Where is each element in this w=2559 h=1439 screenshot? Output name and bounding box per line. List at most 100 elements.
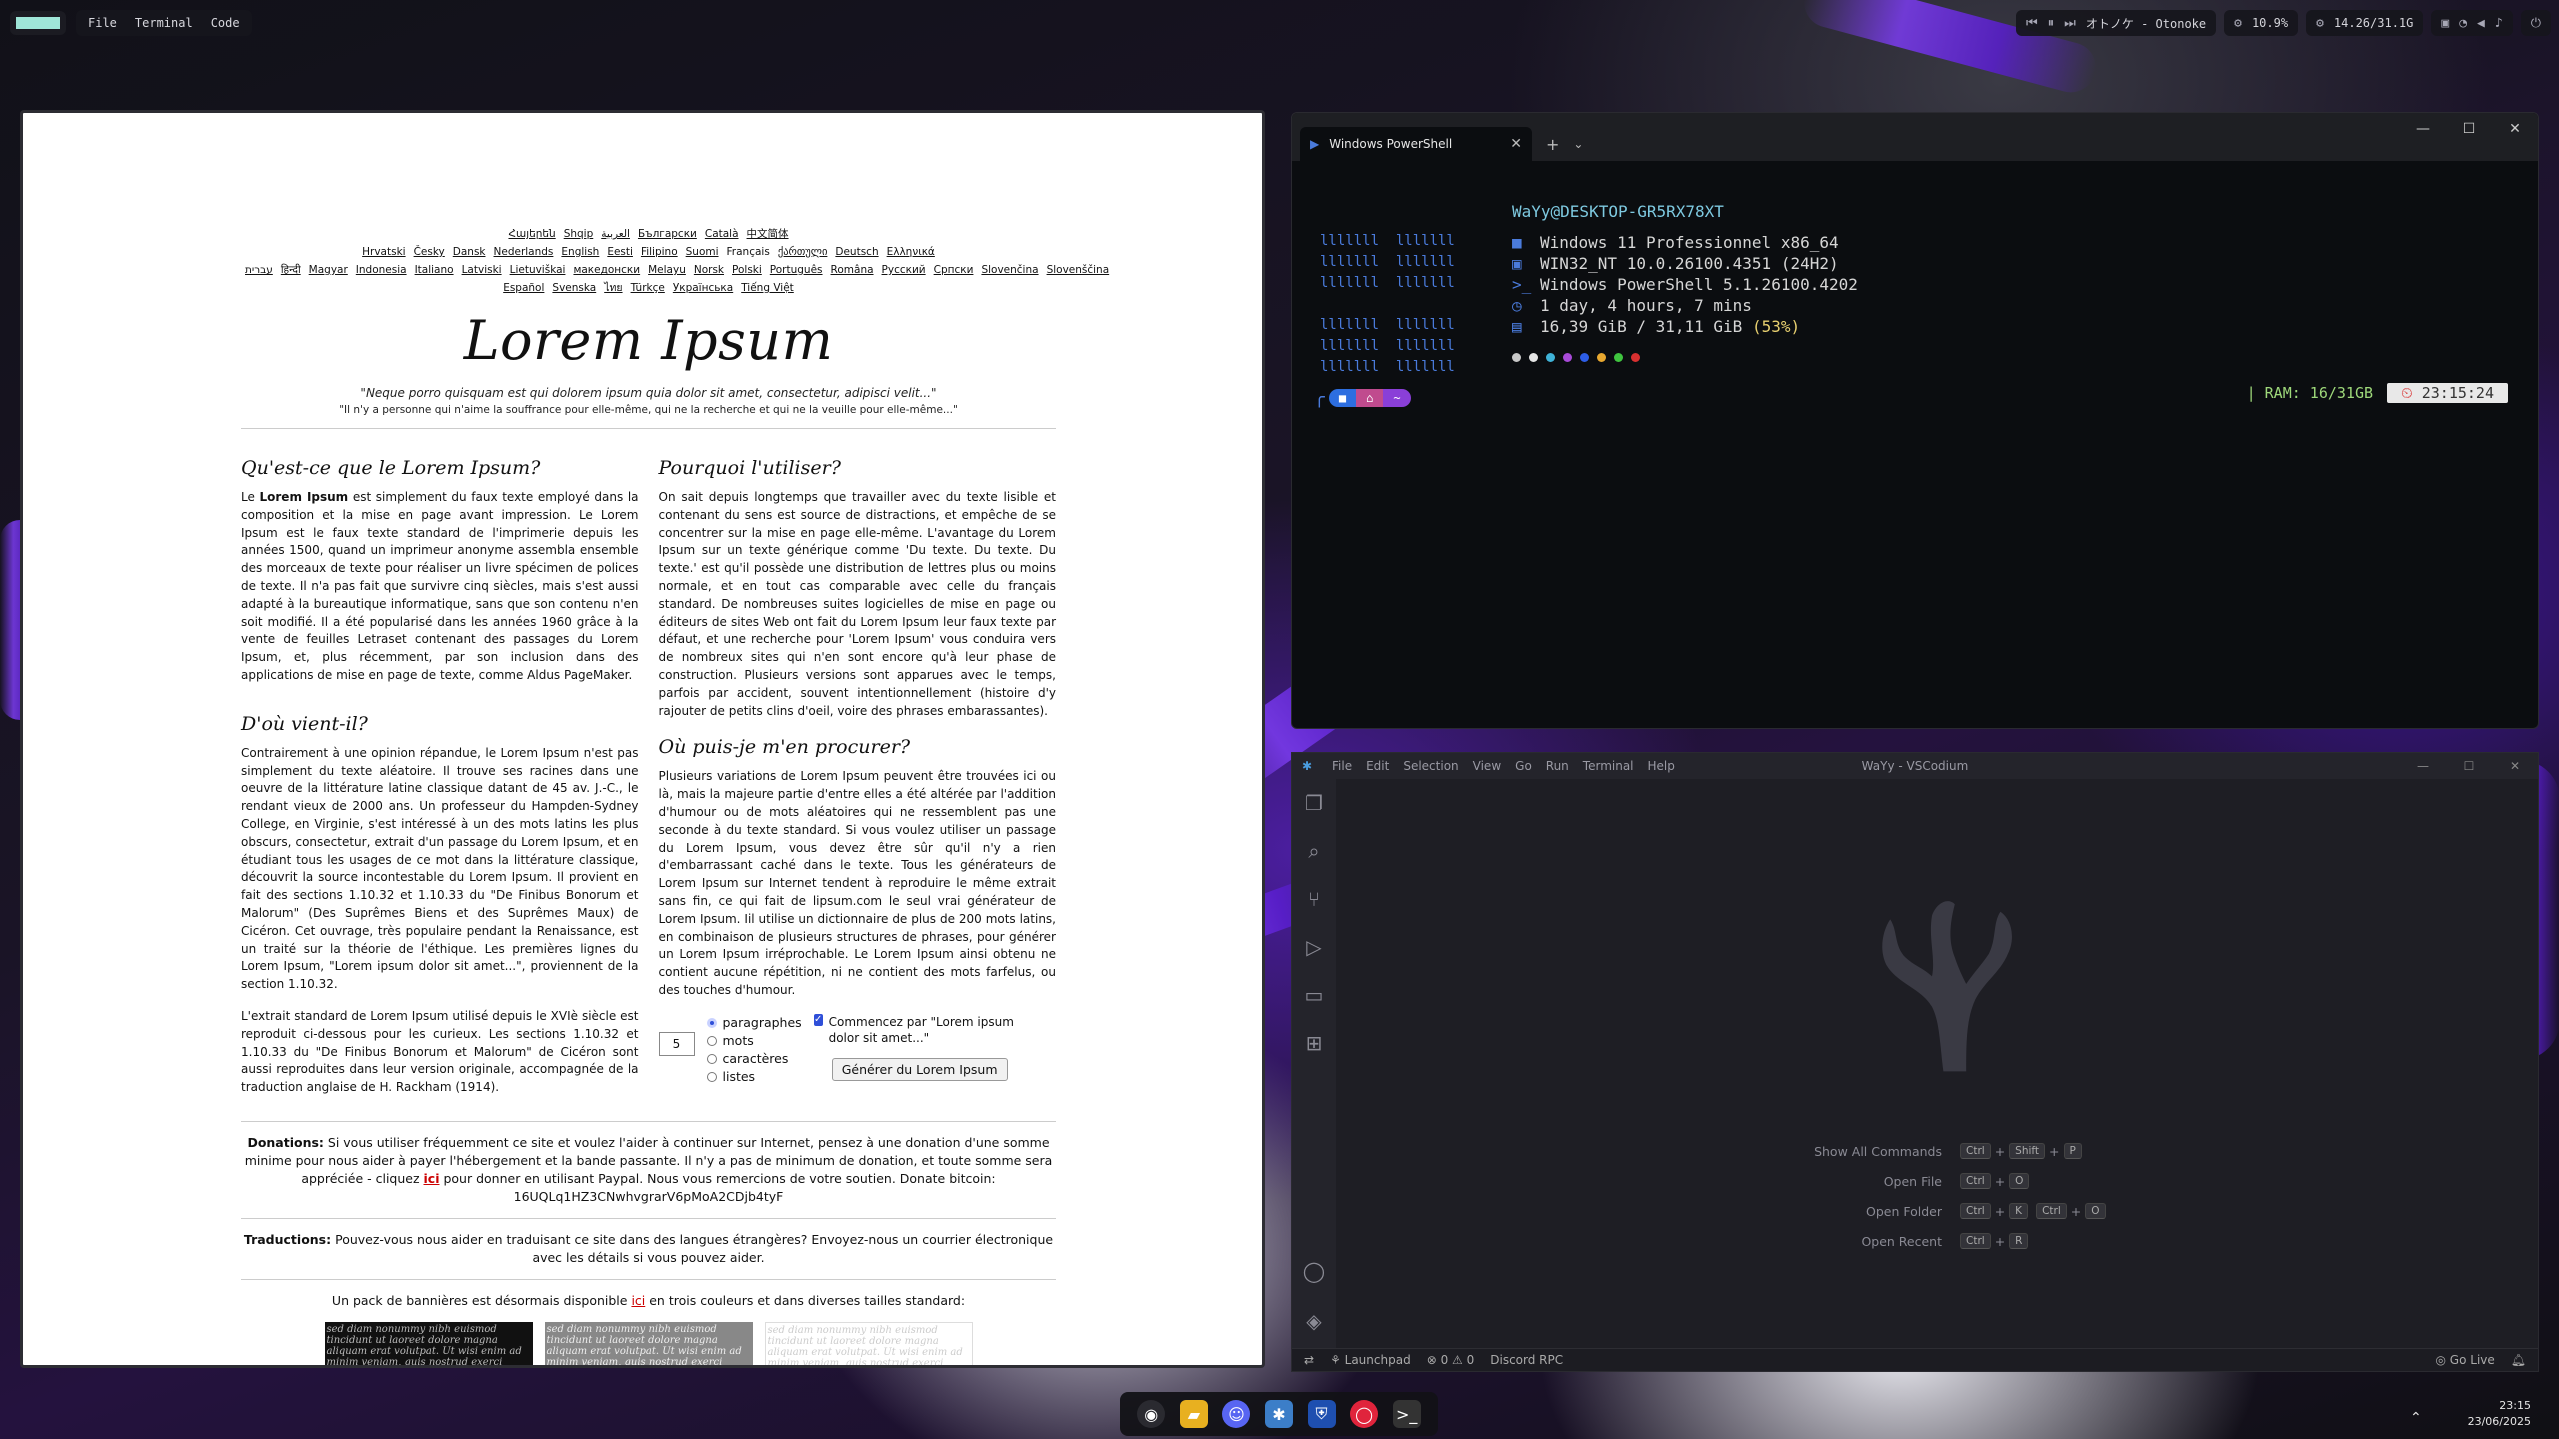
menu-file[interactable]: File: [1332, 759, 1352, 773]
clipboard-icon[interactable]: ▣: [2441, 16, 2449, 31]
vscodium-icon[interactable]: ✱: [1264, 1400, 1293, 1428]
taskbar-clock[interactable]: 23:15 23/06/2025: [2468, 1398, 2531, 1430]
language-link[interactable]: Româna: [831, 264, 874, 276]
launcher-button[interactable]: [10, 11, 66, 35]
pause-icon[interactable]: ⏸: [2048, 16, 2055, 31]
shortcut-row[interactable]: Open File Ctrl + O: [1806, 1173, 2110, 1189]
terminal-tab[interactable]: ▶ Windows PowerShell ✕: [1300, 127, 1532, 161]
opera-icon[interactable]: ◯: [1350, 1400, 1379, 1428]
banner-black[interactable]: sed diam nonummy nibh euismod tincidunt …: [324, 1321, 533, 1365]
language-link[interactable]: ქართული: [778, 246, 828, 258]
radio-listes[interactable]: listes: [706, 1068, 802, 1086]
extensions-icon[interactable]: ⊞: [1292, 1019, 1336, 1067]
tray-overflow-icon[interactable]: ⌃: [2410, 1410, 2422, 1426]
language-link[interactable]: Norsk: [694, 264, 724, 276]
maximize-icon[interactable]: ☐: [2446, 753, 2492, 779]
next-icon[interactable]: ⏭: [2064, 16, 2076, 31]
terminal-output[interactable]: lllllll lllllll lllllll lllllll lllllll …: [1292, 161, 2538, 728]
language-link[interactable]: Svenska: [552, 282, 596, 294]
language-link[interactable]: Français: [727, 246, 770, 258]
language-link[interactable]: 中文简体: [747, 228, 789, 240]
banners-link[interactable]: ici: [631, 1293, 645, 1308]
bitwarden-icon[interactable]: ⛨: [1307, 1400, 1336, 1428]
radio-paragraphes[interactable]: paragraphes: [706, 1014, 802, 1032]
problems-item[interactable]: ⊗ 0 ⚠ 0: [1427, 1353, 1475, 1367]
close-tab-icon[interactable]: ✕: [1510, 136, 1522, 152]
language-link[interactable]: Shqip: [564, 228, 594, 240]
language-link[interactable]: Türkçe: [631, 282, 665, 294]
language-link[interactable]: Nederlands: [494, 246, 554, 258]
language-link[interactable]: Български: [638, 228, 697, 240]
generate-button[interactable]: Générer du Lorem Ipsum: [831, 1057, 1008, 1081]
radio-caracteres[interactable]: caractères: [706, 1050, 802, 1068]
discord-rpc-item[interactable]: Discord RPC: [1490, 1353, 1563, 1367]
menu-run[interactable]: Run: [1546, 759, 1569, 773]
go-live-item[interactable]: ◎ Go Live: [2436, 1353, 2495, 1367]
remote-icon[interactable]: ⇄: [1304, 1353, 1314, 1367]
language-link[interactable]: Latviski: [462, 264, 502, 276]
shortcut-row[interactable]: Show All Commands Ctrl + Shift + P: [1806, 1143, 2110, 1159]
notifications-icon[interactable]: 🔔︎: [2511, 1353, 2526, 1367]
language-link[interactable]: Català: [705, 228, 739, 240]
launchpad-item[interactable]: ⚘ Launchpad: [1330, 1353, 1411, 1367]
bell-icon[interactable]: ♪: [2495, 16, 2503, 31]
minimize-icon[interactable]: —: [2400, 753, 2446, 779]
language-link[interactable]: Português: [770, 264, 823, 276]
menu-selection[interactable]: Selection: [1403, 759, 1458, 773]
menu-terminal[interactable]: Terminal: [135, 16, 193, 30]
menu-code[interactable]: Code: [211, 16, 240, 30]
wifi-icon[interactable]: ◔: [2459, 16, 2467, 31]
language-link[interactable]: English: [561, 246, 599, 258]
language-link[interactable]: Српски: [934, 264, 974, 276]
language-link[interactable]: Deutsch: [835, 246, 878, 258]
run-debug-icon[interactable]: ▷: [1292, 923, 1336, 971]
menu-go[interactable]: Go: [1515, 759, 1532, 773]
language-link[interactable]: Melayu: [648, 264, 686, 276]
language-link[interactable]: Hrvatski: [362, 246, 405, 258]
menu-file[interactable]: File: [88, 16, 117, 30]
close-icon[interactable]: ✕: [2492, 753, 2538, 779]
power-icon[interactable]: ⏻: [2531, 16, 2541, 31]
maximize-icon[interactable]: ☐: [2446, 113, 2492, 145]
remote-explorer-icon[interactable]: ▭: [1292, 971, 1336, 1019]
new-tab-icon[interactable]: +: [1546, 135, 1559, 154]
menu-terminal[interactable]: Terminal: [1583, 759, 1634, 773]
language-link[interactable]: македонски: [573, 264, 640, 276]
terminal-icon[interactable]: >_: [1392, 1400, 1421, 1428]
file-explorer-icon[interactable]: ▰: [1179, 1400, 1208, 1428]
banner-grey[interactable]: sed diam nonummy nibh euismod tincidunt …: [544, 1321, 753, 1365]
language-link[interactable]: Հայերեն: [508, 228, 555, 240]
language-link[interactable]: ไทย: [604, 282, 622, 294]
start-checkbox[interactable]: ✓ Commencez par "Lorem ipsum dolor sit a…: [813, 1013, 1044, 1046]
discord-icon[interactable]: ☺: [1222, 1400, 1251, 1428]
language-link[interactable]: Česky: [414, 246, 445, 258]
search-icon[interactable]: ⌕: [1292, 827, 1336, 875]
menu-view[interactable]: View: [1473, 759, 1501, 773]
language-link[interactable]: Polski: [732, 264, 762, 276]
language-link[interactable]: Italiano: [415, 264, 454, 276]
language-link[interactable]: Filipino: [641, 246, 678, 258]
language-link[interactable]: Indonesia: [356, 264, 407, 276]
language-link[interactable]: עברית: [245, 264, 273, 276]
banner-white[interactable]: sed diam nonummy nibh euismod tincidunt …: [764, 1321, 973, 1365]
language-link[interactable]: Slovenščina: [1047, 264, 1110, 276]
shortcut-row[interactable]: Open Recent Ctrl + R: [1806, 1233, 2110, 1249]
language-link[interactable]: Eesti: [607, 246, 633, 258]
close-icon[interactable]: ✕: [2492, 113, 2538, 145]
language-link[interactable]: Dansk: [453, 246, 486, 258]
radio-mots[interactable]: mots: [706, 1032, 802, 1050]
language-link[interactable]: Slovenčina: [981, 264, 1038, 276]
language-link[interactable]: العربية: [601, 228, 630, 240]
language-link[interactable]: Ελληνικά: [887, 246, 935, 258]
language-link[interactable]: Pyccкий: [882, 264, 926, 276]
language-link[interactable]: Magyar: [309, 264, 348, 276]
language-link[interactable]: Lietuviškai: [510, 264, 566, 276]
menu-edit[interactable]: Edit: [1366, 759, 1389, 773]
chevron-down-icon[interactable]: ⌄: [1573, 137, 1583, 151]
language-link[interactable]: Español: [503, 282, 544, 294]
account-icon[interactable]: ◯: [1292, 1247, 1336, 1295]
menu-help[interactable]: Help: [1648, 759, 1675, 773]
language-link[interactable]: Українська: [673, 282, 733, 294]
minimize-icon[interactable]: —: [2400, 113, 2446, 145]
language-link[interactable]: Tiếng Việt: [741, 282, 794, 294]
